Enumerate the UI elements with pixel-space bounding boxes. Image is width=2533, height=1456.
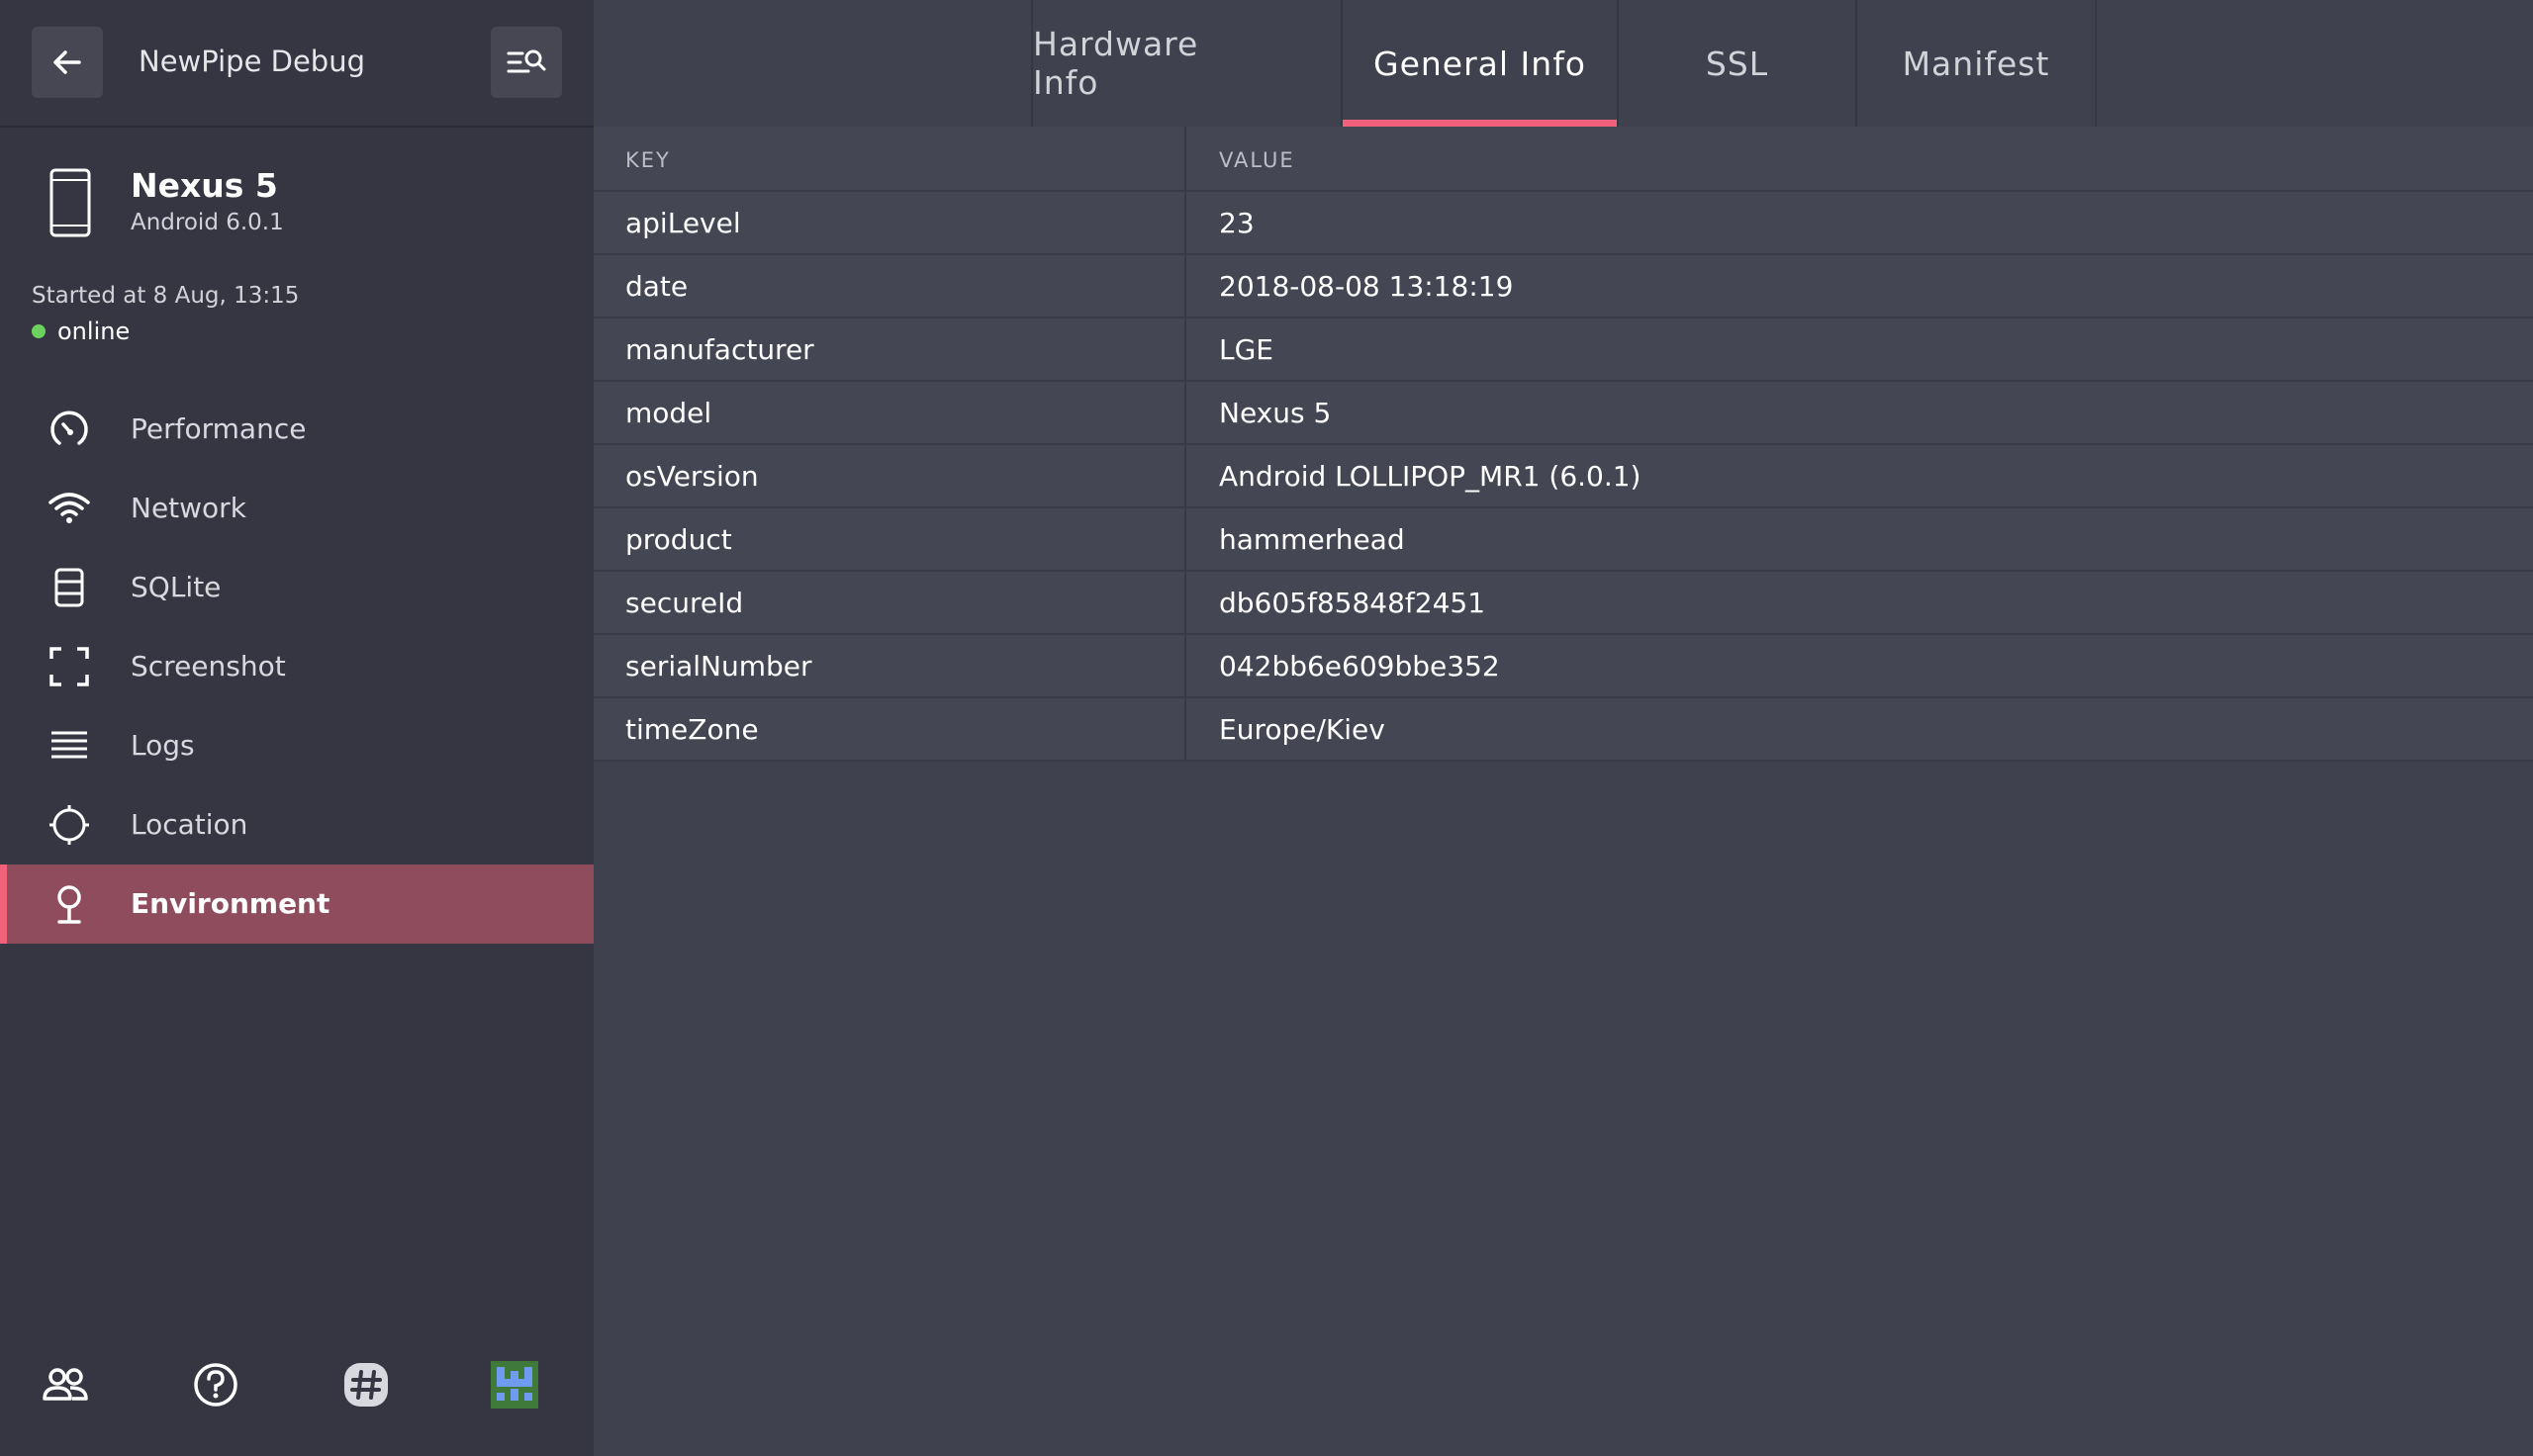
help-icon[interactable] [190,1359,241,1410]
table-row[interactable]: manufacturer LGE [594,318,2533,382]
search-list-icon [507,49,546,73]
tab-label: Hardware Info [1033,25,1199,102]
row-key: timeZone [625,713,759,746]
crosshair-icon [47,803,91,847]
sidebar-header: NewPipe Debug [0,0,594,128]
row-key: serialNumber [625,650,812,682]
database-icon [47,566,91,609]
session-start-time: Started at 8 Aug, 13:15 [32,283,300,309]
column-divider [1184,445,1186,506]
row-value: 23 [1219,207,1255,239]
column-divider [1184,508,1186,570]
sidebar-item-label: Location [131,808,248,841]
sidebar-item-sqlite[interactable]: SQLite [0,548,594,627]
general-info-table: KEY VALUE apiLevel 23 date 2018-08-08 13:18… [594,127,2533,762]
phone-icon [49,168,91,237]
column-header-value[interactable]: VALUE [1219,148,1295,172]
sidebar-nav: Performance Network SQLite Screenshot Lo… [0,390,594,944]
column-header-key[interactable]: KEY [625,148,671,172]
sidebar-item-environment[interactable]: Environment [0,864,594,944]
gauge-icon [47,408,91,451]
column-divider [1184,255,1186,317]
sidebar-item-performance[interactable]: Performance [0,390,594,469]
tab-manifest[interactable]: Manifest [1855,0,2095,127]
column-divider [1184,318,1186,380]
column-divider [1184,127,1186,190]
table-row[interactable]: secureId db605f85848f2451 [594,572,2533,635]
device-os: Android 6.0.1 [131,210,284,235]
sidebar-item-screenshot[interactable]: Screenshot [0,627,594,706]
row-key: secureId [625,587,744,619]
sidebar-item-label: Performance [131,412,307,445]
sidebar-item-label: SQLite [131,571,222,603]
row-key: manufacturer [625,333,814,366]
row-value: Europe/Kiev [1219,713,1385,746]
column-divider [1184,698,1186,760]
status-badge: online [32,317,130,346]
table-row[interactable]: date 2018-08-08 13:18:19 [594,255,2533,318]
search-button[interactable] [491,27,562,98]
active-tab-indicator [1343,120,1617,127]
status-label: online [57,318,131,345]
row-value: LGE [1219,333,1273,366]
sidebar-item-network[interactable]: Network [0,469,594,548]
device-info: Nexus 5 Android 6.0.1 [0,158,594,247]
tab-divider [2095,0,2097,127]
sidebar-item-logs[interactable]: Logs [0,706,594,785]
table-row[interactable]: apiLevel 23 [594,192,2533,255]
back-button[interactable] [32,27,103,98]
app-title: NewPipe Debug [139,45,365,78]
table-row[interactable]: osVersion Android LOLLIPOP_MR1 (6.0.1) [594,445,2533,508]
tab-label: Manifest [1902,44,2050,83]
row-key: apiLevel [625,207,741,239]
row-key: model [625,397,712,429]
sidebar-item-label: Screenshot [131,650,286,682]
environment-icon [47,882,91,926]
main-panel: Hardware Info General Info SSL Manifest … [594,0,2533,1456]
row-value: 042bb6e609bbe352 [1219,650,1500,682]
tab-ssl[interactable]: SSL [1617,0,1855,127]
sidebar-item-label: Logs [131,729,195,762]
row-key: osVersion [625,460,759,493]
row-key: date [625,270,689,303]
row-value: hammerhead [1219,523,1405,556]
column-divider [1184,382,1186,443]
tab-general-info[interactable]: General Info [1341,0,1617,127]
table-row[interactable]: model Nexus 5 [594,382,2533,445]
table-row[interactable]: product hammerhead [594,508,2533,572]
row-value: Android LOLLIPOP_MR1 (6.0.1) [1219,460,1642,493]
list-icon [47,724,91,768]
table-header: KEY VALUE [594,127,2533,192]
sidebar-item-location[interactable]: Location [0,785,594,864]
device-name: Nexus 5 [131,166,278,205]
row-value: 2018-08-08 13:18:19 [1219,270,1514,303]
users-icon[interactable] [40,1359,91,1410]
sidebar-item-label: Environment [131,887,330,920]
sidebar-item-label: Network [131,492,246,524]
table-row[interactable]: serialNumber 042bb6e609bbe352 [594,635,2533,698]
slack-icon[interactable] [340,1359,392,1410]
screenshot-icon [47,645,91,688]
column-divider [1184,572,1186,633]
table-row[interactable]: timeZone Europe/Kiev [594,698,2533,762]
sidebar-footer [0,1345,594,1424]
wifi-icon [47,487,91,530]
row-value: db605f85848f2451 [1219,587,1486,619]
table-body: apiLevel 23 date 2018-08-08 13:18:19 manufac… [594,192,2533,762]
app-avatar-icon[interactable] [489,1359,540,1410]
column-divider [1184,192,1186,253]
arrow-left-icon [53,50,81,74]
column-divider [1184,635,1186,696]
tab-label: General Info [1373,44,1586,83]
sidebar: NewPipe Debug Nexus 5 Android 6.0.1 Star… [0,0,594,1456]
online-dot-icon [32,324,46,338]
tab-label: SSL [1705,44,1769,83]
row-key: product [625,523,732,556]
row-value: Nexus 5 [1219,397,1332,429]
tab-bar: Hardware Info General Info SSL Manifest [594,0,2533,127]
tab-hardware-info[interactable]: Hardware Info [1031,0,1266,127]
